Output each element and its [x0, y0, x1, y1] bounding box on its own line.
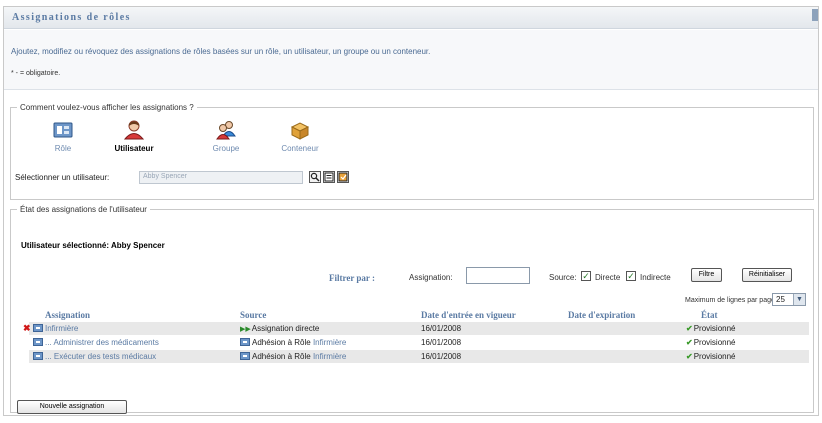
check-icon: ✔: [686, 324, 693, 333]
col-header-source[interactable]: Source: [240, 310, 266, 320]
user-icon: [123, 120, 145, 140]
assignment-status-fieldset: État des assignations de l'utilisateur U…: [10, 205, 814, 414]
selected-user-text: Utilisateur sélectionné: Abby Spencer: [21, 241, 165, 250]
page-title: Assignations de rôles: [12, 12, 131, 23]
role-icon: [33, 324, 43, 332]
page-description: Ajoutez, modifiez ou révoquez des assign…: [11, 47, 431, 56]
view-option-role-label: Rôle: [54, 144, 72, 153]
new-assignment-button[interactable]: Nouvelle assignation: [17, 400, 127, 414]
effective-date: 16/01/2008: [421, 352, 462, 361]
source-text: Assignation directe: [251, 324, 320, 333]
effective-date: 16/01/2008: [421, 324, 462, 333]
effective-date: 16/01/2008: [421, 338, 462, 347]
intro-panel: Ajoutez, modifiez ou révoquez des assign…: [4, 30, 818, 90]
view-option-user-label: Utilisateur: [114, 144, 154, 153]
container-icon: [289, 120, 311, 140]
source-text: Adhésion à Rôle: [252, 338, 311, 347]
status-text: Provisionné: [693, 338, 736, 347]
source-filter-label: Source:: [549, 273, 577, 282]
table-row[interactable]: ... Administrer des médicaments Adhésion…: [29, 336, 809, 349]
view-option-container[interactable]: Conteneur: [270, 120, 330, 153]
role-icon: [33, 338, 43, 346]
col-header-status[interactable]: État: [701, 310, 718, 320]
assignment-status-legend: État des assignations de l'utilisateur: [20, 205, 147, 214]
view-mode-fieldset: Comment voulez-vous afficher les assigna…: [10, 103, 814, 200]
indirect-checkbox-label: Indirecte: [640, 273, 671, 282]
assignment-link[interactable]: ... Administrer des médicaments: [45, 338, 159, 347]
table-row[interactable]: ✖ Infirmière ▶▶Assignation directe 16/01…: [23, 322, 809, 335]
source-role-link[interactable]: Infirmière: [313, 338, 346, 347]
col-header-assignment[interactable]: Assignation: [45, 310, 90, 320]
source-text: Adhésion à Rôle: [252, 352, 311, 361]
portlet-titlebar: Assignations de rôles: [4, 7, 818, 29]
required-note: * - = obligatoire.: [11, 70, 61, 77]
check-icon: ✔: [686, 352, 693, 361]
group-icon: [215, 120, 237, 140]
check-icon: ✔: [686, 338, 693, 347]
view-option-group-label: Groupe: [212, 144, 240, 153]
role-icon: [52, 120, 74, 140]
reset-user-icon[interactable]: [337, 171, 349, 183]
role-icon: [240, 338, 250, 346]
direct-checkbox[interactable]: ✓: [581, 271, 591, 281]
filter-button[interactable]: Filtre: [691, 268, 722, 282]
role-icon: [240, 352, 250, 360]
portlet-frame: Assignations de rôles Ajoutez, modifiez …: [3, 6, 819, 416]
assignment-filter-label: Assignation:: [409, 273, 453, 282]
titlebar-menu-icon[interactable]: [812, 9, 818, 21]
role-icon: [33, 352, 43, 360]
select-user-label: Sélectionner un utilisateur:: [15, 173, 110, 182]
assignment-link[interactable]: ... Exécuter des tests médicaux: [45, 352, 156, 361]
view-option-container-label: Conteneur: [281, 144, 319, 153]
view-option-role[interactable]: Rôle: [33, 120, 93, 153]
max-rows-value: 25: [776, 295, 785, 304]
view-option-group[interactable]: Groupe: [196, 120, 256, 153]
table-row[interactable]: ... Exécuter des tests médicaux Adhésion…: [29, 350, 809, 363]
reset-button[interactable]: Réinitialiser: [742, 268, 792, 282]
max-rows-select[interactable]: 25 ▼: [772, 293, 806, 306]
max-rows-label: Maximum de lignes par page: [685, 297, 775, 304]
direct-arrow-icon: ▶▶: [240, 326, 251, 333]
col-header-expiry-date[interactable]: Date d'expiration: [568, 310, 635, 320]
delete-icon[interactable]: ✖: [23, 323, 31, 334]
status-text: Provisionné: [693, 324, 736, 333]
filter-by-label: Filtrer par :: [329, 273, 375, 283]
select-user-field[interactable]: Abby Spencer: [139, 171, 303, 184]
assignment-link[interactable]: Infirmière: [45, 324, 78, 333]
indirect-checkbox[interactable]: ✓: [626, 271, 636, 281]
status-text: Provisionné: [693, 352, 736, 361]
object-lookup-icon[interactable]: [309, 171, 321, 183]
view-mode-legend: Comment voulez-vous afficher les assigna…: [20, 103, 194, 112]
col-header-effective-date[interactable]: Date d'entrée en vigueur: [421, 310, 516, 320]
view-option-user[interactable]: Utilisateur: [104, 120, 164, 153]
chevron-down-icon[interactable]: ▼: [793, 294, 805, 305]
source-role-link[interactable]: Infirmière: [313, 352, 346, 361]
history-icon[interactable]: [323, 171, 335, 183]
assignment-filter-input[interactable]: [466, 267, 530, 284]
direct-checkbox-label: Directe: [595, 273, 621, 282]
